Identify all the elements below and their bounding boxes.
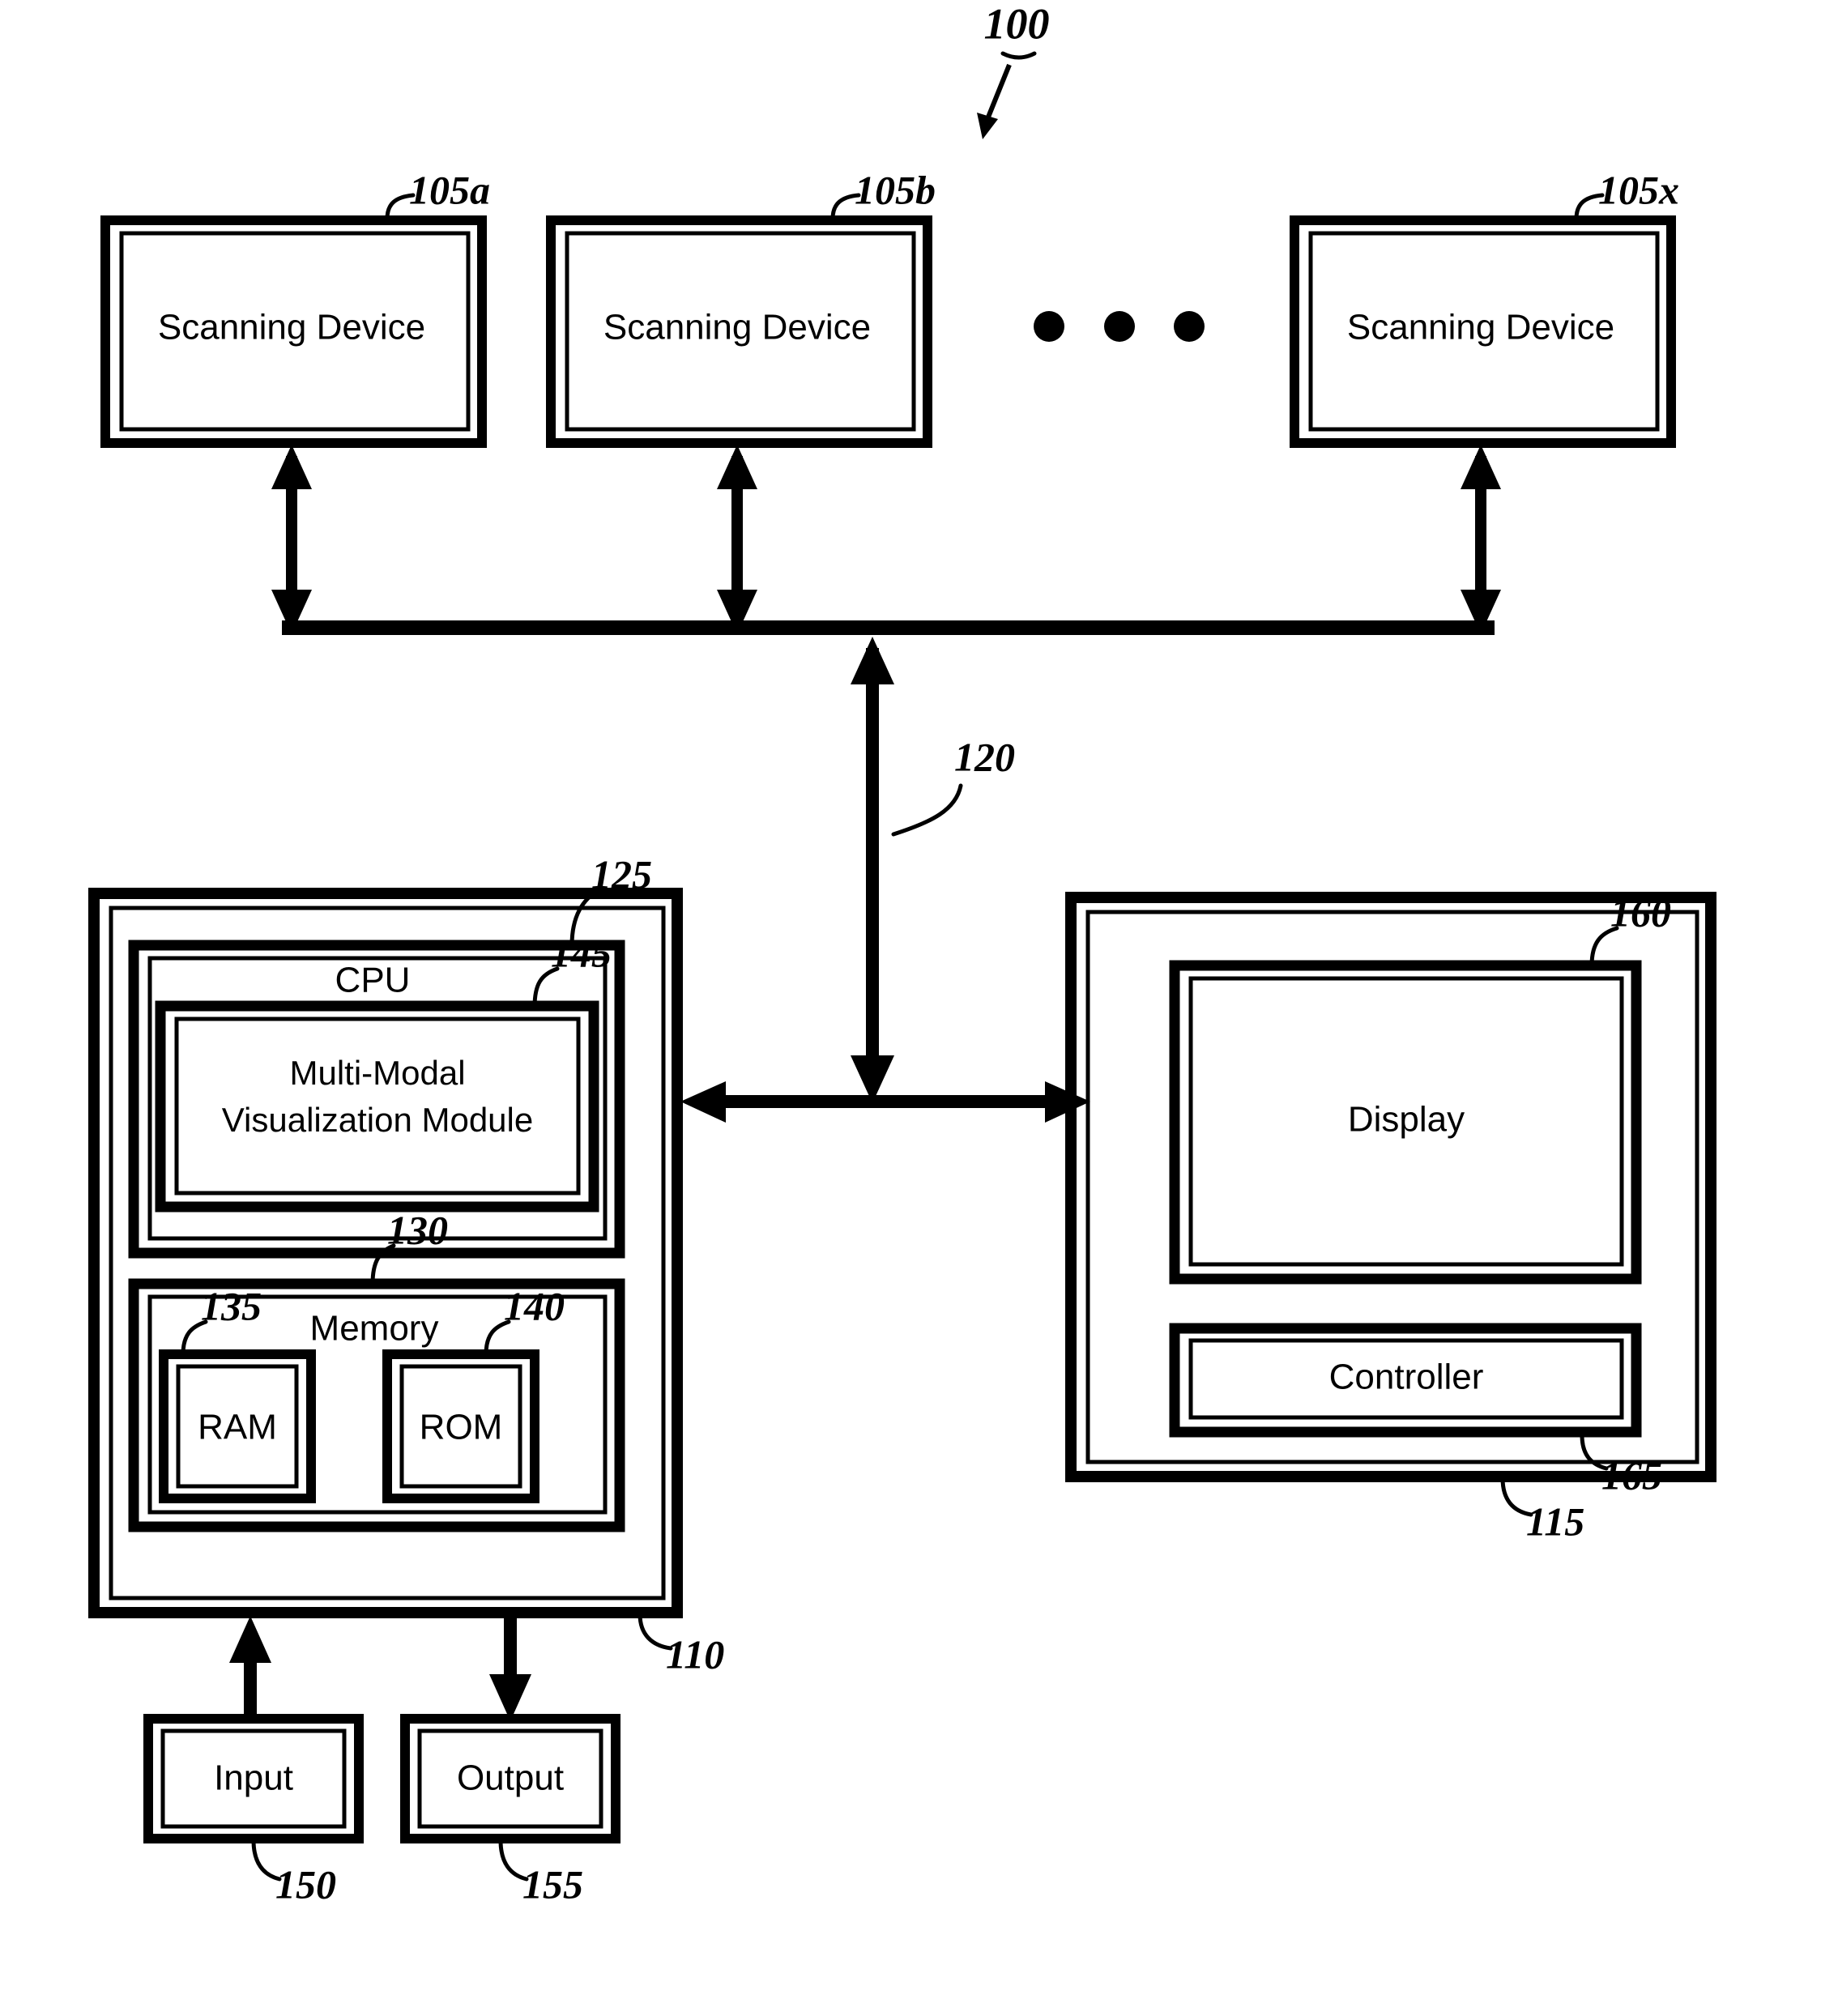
input-block[interactable]: Input 150 <box>143 1714 364 1907</box>
rom-label: ROM <box>420 1408 503 1447</box>
bus-ref: 120 <box>954 734 1015 779</box>
ram-label: RAM <box>198 1408 277 1447</box>
controller-ref: 165 <box>1601 1452 1662 1498</box>
scanning-device-a-ref: 105a <box>409 167 490 212</box>
bus-ref-group: 120 <box>891 734 1015 837</box>
bus-vertical-trunk <box>851 637 894 1103</box>
display-label: Display <box>1348 1100 1465 1140</box>
scanning-device-b-label: Scanning Device <box>603 308 871 347</box>
scanning-device-b-ref: 105b <box>855 167 936 212</box>
bus-leader <box>891 783 963 837</box>
scanning-device-x-label: Scanning Device <box>1347 308 1614 347</box>
scanning-device-x[interactable]: Scanning Device 105x <box>1290 167 1679 448</box>
visualization-module-label-line1: Multi-Modal <box>289 1054 465 1092</box>
input-label: Input <box>214 1758 293 1798</box>
bus-connector-a <box>271 445 312 634</box>
computer-ref: 110 <box>666 1631 724 1677</box>
visualization-module-label-line2: Visualization Module <box>222 1101 533 1139</box>
output-arrow <box>489 1616 531 1721</box>
cpu-label: CPU <box>335 961 411 1000</box>
figure-canvas: 100 Scanning Device 105a Scanning Device… <box>88 0 1716 1907</box>
scanning-device-x-ref: 105x <box>1598 167 1679 212</box>
memory-label: Memory <box>310 1309 439 1349</box>
figure-number-group: 100 <box>977 0 1050 139</box>
display-unit-ref: 115 <box>1526 1498 1584 1544</box>
output-block[interactable]: Output 155 <box>400 1714 620 1907</box>
figure-number-underline <box>1000 51 1037 60</box>
memory-ref: 130 <box>387 1207 448 1252</box>
figure-pointer-arrow <box>977 63 1012 139</box>
visualization-module-ref: 145 <box>551 930 612 975</box>
scanning-device-a-label: Scanning Device <box>158 308 425 347</box>
display-ref: 160 <box>1610 889 1671 935</box>
output-label: Output <box>457 1758 564 1798</box>
figure-number: 100 <box>984 0 1050 48</box>
bus-connector-x <box>1461 445 1501 634</box>
input-ref: 150 <box>275 1861 336 1907</box>
system-bus <box>282 620 1495 635</box>
output-ref: 155 <box>522 1861 583 1907</box>
input-arrow <box>229 1616 271 1721</box>
controller-label: Controller <box>1329 1357 1484 1397</box>
cpu-ref: 125 <box>591 851 652 897</box>
ram-ref: 135 <box>201 1283 262 1328</box>
rom-ref: 140 <box>504 1283 565 1328</box>
bus-connector-b <box>717 445 757 634</box>
scanning-device-a[interactable]: Scanning Device 105a <box>100 167 490 448</box>
horizontal-ellipsis-icon <box>1034 311 1205 342</box>
cpu-display-link <box>680 1081 1090 1123</box>
scanning-device-b[interactable]: Scanning Device 105b <box>546 167 936 448</box>
patent-figure: 100 Scanning Device 105a Scanning Device… <box>0 0 1838 2016</box>
